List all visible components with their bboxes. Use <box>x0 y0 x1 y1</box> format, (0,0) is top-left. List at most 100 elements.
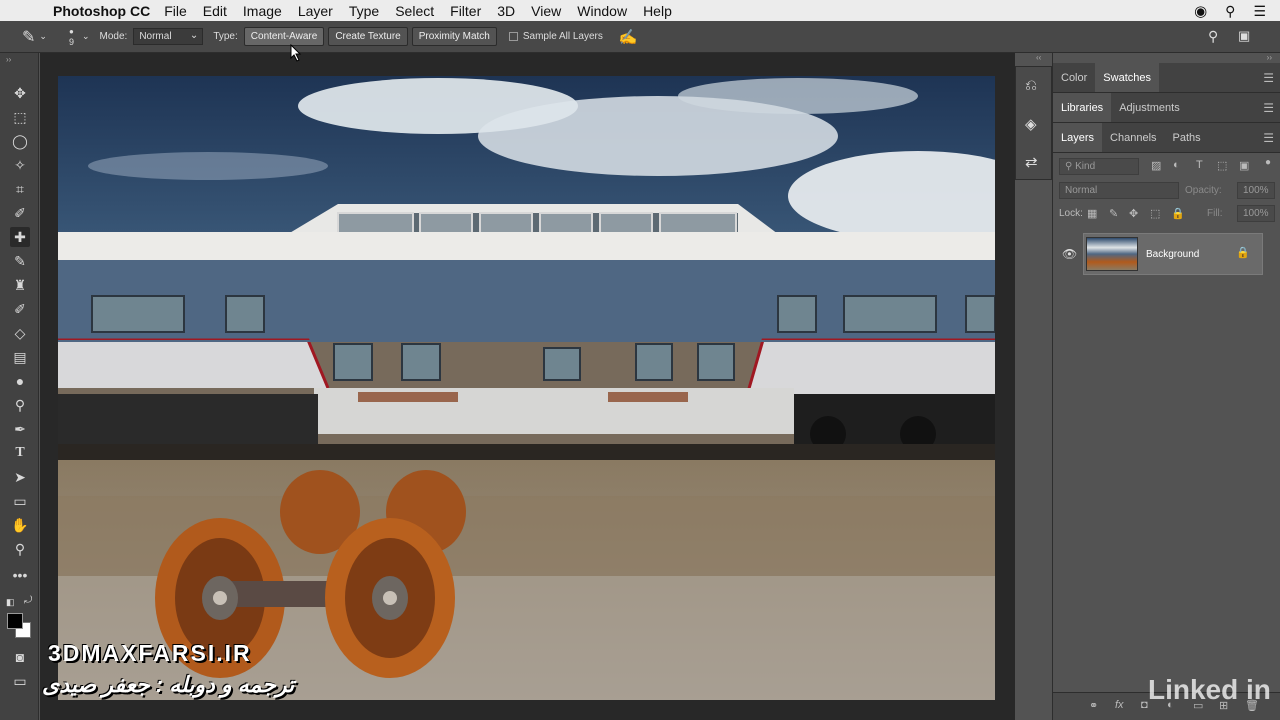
brush-chevron-icon[interactable]: ⌄ <box>82 31 90 42</box>
mode-value: Normal <box>139 31 172 42</box>
layer-thumbnail <box>1086 237 1138 271</box>
rectangle-tool-icon[interactable]: ▭ <box>10 491 30 511</box>
layer-mask-icon[interactable]: ◘ <box>1141 699 1148 711</box>
menu-filter[interactable]: Filter <box>450 3 481 19</box>
collapse-panels-icon[interactable]: ‹‹ <box>1036 53 1041 62</box>
tab-color[interactable]: Color <box>1053 63 1095 92</box>
clone-stamp-tool-icon[interactable]: ♜ <box>10 275 30 295</box>
dodge-tool-icon[interactable]: ⚲ <box>10 395 30 415</box>
app-name[interactable]: Photoshop CC <box>53 3 150 19</box>
layer-style-icon[interactable]: fx <box>1115 699 1124 711</box>
quick-mask-icon[interactable]: ◙ <box>10 647 30 667</box>
fill-field[interactable]: 100% <box>1237 205 1275 222</box>
fill-value: 100% <box>1243 208 1269 219</box>
link-layers-icon[interactable]: ⚭ <box>1089 699 1098 712</box>
sample-all-layers-label: Sample All Layers <box>522 31 603 42</box>
tab-libraries[interactable]: Libraries <box>1053 93 1112 122</box>
mode-select[interactable]: Normal ⌄ <box>133 28 204 45</box>
panel-menu-icon[interactable]: ☰ <box>1263 131 1274 145</box>
workspace-icon[interactable]: ▣ <box>1238 28 1250 44</box>
glyphs-icon[interactable]: ⇄ <box>1025 153 1038 171</box>
collapse-dock-icon[interactable]: ›› <box>1267 53 1272 62</box>
eyedropper-tool-icon[interactable]: ✐ <box>10 203 30 223</box>
tool-preset-chevron-icon[interactable]: ⌄ <box>39 31 47 42</box>
properties-icon[interactable]: ◈ <box>1025 115 1037 133</box>
menu-window[interactable]: Window <box>577 3 627 19</box>
layer-name: Background <box>1146 248 1200 260</box>
tab-swatches[interactable]: Swatches <box>1095 63 1159 92</box>
content-aware-button[interactable]: Content-Aware <box>243 27 325 46</box>
foreground-color-swatch[interactable] <box>7 613 23 629</box>
filter-pixel-icon[interactable]: ▨ <box>1151 159 1161 172</box>
pressure-size-icon[interactable]: ✍ <box>619 28 638 46</box>
pen-tool-icon[interactable]: ✒ <box>10 419 30 439</box>
marquee-tool-icon[interactable]: ⬚ <box>10 107 30 127</box>
filter-toggle-icon[interactable]: ● <box>1265 157 1271 168</box>
create-texture-button[interactable]: Create Texture <box>328 27 408 46</box>
menu-image[interactable]: Image <box>243 3 282 19</box>
lock-label: Lock: <box>1059 208 1083 219</box>
gradient-tool-icon[interactable]: ▤ <box>10 347 30 367</box>
default-colors-icon[interactable]: ◧ <box>6 597 15 608</box>
tab-channels[interactable]: Channels <box>1102 123 1164 152</box>
menu-select[interactable]: Select <box>395 3 434 19</box>
menu-edit[interactable]: Edit <box>203 3 227 19</box>
document-canvas[interactable] <box>58 76 995 700</box>
type-tool-icon[interactable]: T <box>10 443 30 463</box>
lock-image-icon[interactable]: ✎ <box>1109 207 1118 220</box>
spotlight-search-icon[interactable]: ⚲ <box>1225 3 1235 20</box>
type-label: Type: <box>213 31 238 42</box>
lock-row: Lock: ▦ ✎ ✥ ⬚ 🔒 Fill: 100% <box>1053 203 1280 227</box>
lock-transparent-icon[interactable]: ▦ <box>1087 207 1097 220</box>
path-selection-tool-icon[interactable]: ➤ <box>10 467 30 487</box>
blur-tool-icon[interactable]: ● <box>10 371 30 391</box>
collapse-icon[interactable]: ›› <box>6 55 11 64</box>
tab-layers[interactable]: Layers <box>1053 123 1103 152</box>
healing-brush-tool-icon[interactable]: ✎ <box>22 27 35 47</box>
brush-preview[interactable]: ● 9 <box>69 27 74 47</box>
lock-position-icon[interactable]: ✥ <box>1129 207 1138 220</box>
history-brush-tool-icon[interactable]: ✐ <box>10 299 30 319</box>
swap-colors-icon[interactable]: ⤾ <box>24 595 32 606</box>
options-bar: ✎ ⌄ ● 9 ⌄ Mode: Normal ⌄ Type: Content-A… <box>0 21 1280 53</box>
crop-tool-icon[interactable]: ⌗ <box>10 179 30 199</box>
menu-list-icon[interactable]: ☰ <box>1253 3 1266 20</box>
history-icon[interactable]: ⎌ <box>1025 77 1037 94</box>
zoom-tool-icon[interactable]: ⚲ <box>10 539 30 559</box>
filter-shape-icon[interactable]: ⬚ <box>1217 159 1227 172</box>
sample-all-layers-checkbox[interactable] <box>508 32 518 41</box>
hand-tool-icon[interactable]: ✋ <box>10 515 30 535</box>
panel-menu-icon[interactable]: ☰ <box>1263 71 1274 85</box>
eraser-tool-icon[interactable]: ◇ <box>10 323 30 343</box>
filter-adjustment-icon[interactable]: ◐ <box>1173 159 1180 171</box>
panel-menu-icon[interactable]: ☰ <box>1263 101 1274 115</box>
opacity-field[interactable]: 100% <box>1237 182 1275 199</box>
menu-view[interactable]: View <box>531 3 561 19</box>
quick-selection-tool-icon[interactable]: ✧ <box>10 155 30 175</box>
filter-smart-object-icon[interactable]: ▣ <box>1239 159 1249 172</box>
more-tools-icon[interactable]: ••• <box>10 565 30 585</box>
lasso-tool-icon[interactable]: ◯ <box>10 131 30 151</box>
healing-brush-tool-icon[interactable]: ✚ <box>10 227 30 247</box>
menu-file[interactable]: File <box>164 3 187 19</box>
layer-row-background[interactable]: 👁 Background 🔒 <box>1062 233 1263 275</box>
filter-type-icon[interactable]: T <box>1196 159 1203 171</box>
move-tool-icon[interactable]: ✥ <box>10 83 30 103</box>
menu-help[interactable]: Help <box>643 3 672 19</box>
lock-artboard-icon[interactable]: ⬚ <box>1150 207 1160 220</box>
tab-adjustments[interactable]: Adjustments <box>1111 93 1188 122</box>
visibility-eye-icon[interactable]: 👁 <box>1062 247 1077 261</box>
menu-type[interactable]: Type <box>349 3 379 19</box>
lock-all-icon[interactable]: 🔒 <box>1171 207 1185 220</box>
search-icon[interactable]: ⚲ <box>1208 28 1218 45</box>
blend-mode-select[interactable]: Normal <box>1059 182 1179 199</box>
menu-bar: Photoshop CC File Edit Image Layer Type … <box>0 0 1280 21</box>
brush-tool-icon[interactable]: ✎ <box>10 251 30 271</box>
menu-3d[interactable]: 3D <box>497 3 515 19</box>
creative-cloud-icon[interactable]: ◉ <box>1194 2 1207 20</box>
filter-kind-select[interactable]: ⚲ Kind <box>1059 158 1139 175</box>
menu-layer[interactable]: Layer <box>298 3 333 19</box>
tab-paths[interactable]: Paths <box>1165 123 1209 152</box>
proximity-match-button[interactable]: Proximity Match <box>411 27 497 46</box>
screen-mode-icon[interactable]: ▭ <box>10 671 30 691</box>
